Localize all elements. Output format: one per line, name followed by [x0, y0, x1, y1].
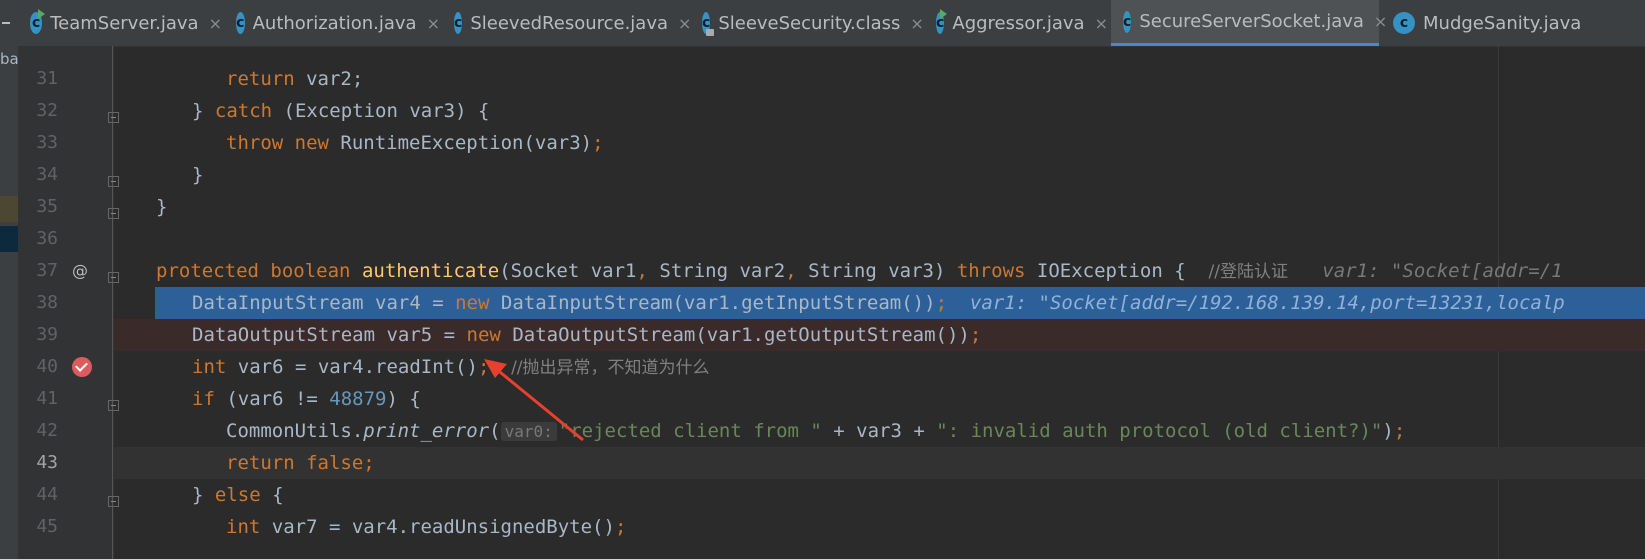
tab-mudgesanity[interactable]: c MudgeSanity.java	[1381, 0, 1645, 46]
java-class-icon: c	[1393, 12, 1415, 34]
java-class-icon: c	[30, 9, 46, 34]
java-class-icon: c	[1123, 10, 1132, 33]
tab-label: SleeveSecurity.class	[718, 12, 901, 34]
project-panel-stub[interactable]: ba	[0, 0, 19, 559]
tab-label: Authorization.java	[252, 12, 417, 34]
annotation-arrow-icon	[484, 359, 584, 442]
close-icon[interactable]: ×	[209, 14, 222, 33]
project-tree-selection-active	[0, 226, 18, 252]
editor-tab-bar: c TeamServer.java × c Authorization.java…	[18, 0, 1645, 47]
tab-label: SecureServerSocket.java	[1139, 11, 1364, 32]
minimize-icon[interactable]	[2, 22, 10, 24]
tab-label: SleevedResource.java	[470, 12, 669, 34]
tab-sleevesecurity[interactable]: c SleeveSecurity.class ×	[690, 0, 924, 46]
java-class-icon: c	[454, 12, 463, 34]
compiled-class-icon: c	[702, 12, 715, 36]
java-class-icon: c	[936, 9, 948, 34]
close-icon[interactable]: ×	[1095, 14, 1108, 33]
tab-label: MudgeSanity.java	[1423, 12, 1582, 34]
tab-secureserversocket[interactable]: c SecureServerSocket.java ×	[1111, 0, 1387, 46]
tab-label: TeamServer.java	[50, 12, 199, 34]
java-class-icon: c	[236, 12, 245, 34]
tab-authorization[interactable]: c Authorization.java ×	[224, 0, 440, 46]
project-tree-selection	[0, 196, 18, 222]
project-tree-partial-label: ba	[0, 50, 19, 68]
close-icon[interactable]: ×	[427, 14, 440, 33]
close-icon[interactable]: ×	[910, 14, 923, 33]
tab-aggressor[interactable]: c Aggressor.java ×	[924, 0, 1108, 46]
tab-teamserver[interactable]: c TeamServer.java ×	[18, 0, 222, 46]
tab-label: Aggressor.java	[952, 12, 1085, 34]
tab-sleevedresource[interactable]: c SleevedResource.java ×	[442, 0, 691, 46]
code-editor[interactable]: 31 return var2; 32 } catch (Exception va…	[18, 46, 1645, 559]
